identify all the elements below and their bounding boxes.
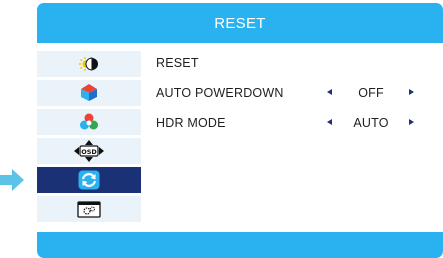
menu-item-reset[interactable]: RESET [156, 53, 436, 73]
page-title: RESET [214, 14, 266, 32]
right-arrow-icon[interactable] [409, 89, 414, 95]
menu-item-hdr-mode[interactable]: HDR MODE AUTO [156, 113, 436, 133]
menu-content: RESET AUTO POWERDOWN OFF HDR MODE AUTO [141, 43, 443, 232]
pointer-arrow-icon [0, 169, 30, 196]
auto-powerdown-label: AUTO POWERDOWN [156, 86, 284, 100]
sidebar-item-osd[interactable]: OSD [37, 138, 141, 164]
hdr-mode-value: AUTO [353, 116, 389, 130]
hdr-mode-label: HDR MODE [156, 116, 226, 130]
sidebar-item-setup[interactable] [37, 196, 141, 222]
sidebar-item-rgb[interactable] [37, 109, 141, 135]
system-setup-icon [77, 200, 101, 218]
sidebar-item-brightness[interactable] [37, 51, 141, 77]
reset-label: RESET [156, 56, 199, 70]
osd-header: RESET [37, 3, 443, 43]
osd-footer [37, 232, 443, 258]
auto-powerdown-value: OFF [358, 86, 384, 100]
sidebar-item-reset[interactable] [37, 167, 141, 193]
menu-item-auto-powerdown[interactable]: AUTO POWERDOWN OFF [156, 83, 436, 103]
svg-text:OSD: OSD [81, 148, 97, 156]
left-arrow-icon[interactable] [327, 119, 332, 125]
reset-icon [78, 170, 100, 190]
sidebar: OSD [37, 43, 141, 232]
osd-settings-icon: OSD [74, 140, 104, 162]
brightness-contrast-icon [78, 56, 100, 72]
right-arrow-icon[interactable] [409, 119, 414, 125]
left-arrow-icon[interactable] [327, 89, 332, 95]
sidebar-item-color[interactable] [37, 80, 141, 106]
osd-menu: RESET OSD RESET AUTO POWERDOWN OFF HDR M… [37, 3, 443, 258]
rgb-color-icon [79, 112, 99, 132]
color-icon [80, 84, 98, 102]
